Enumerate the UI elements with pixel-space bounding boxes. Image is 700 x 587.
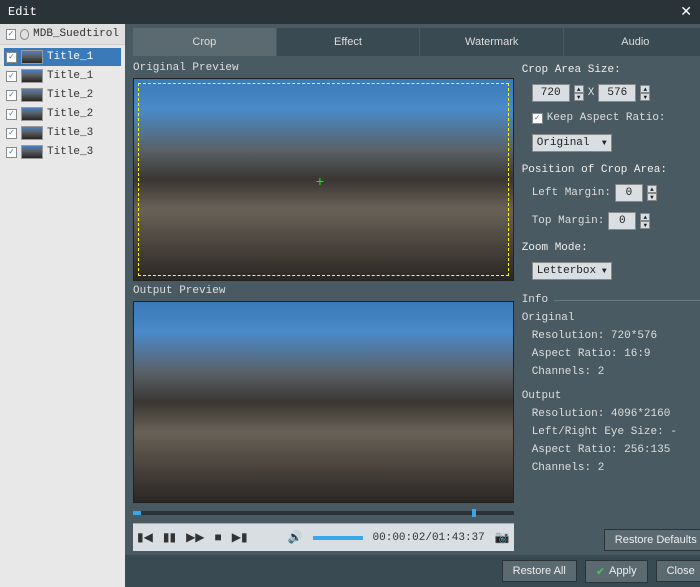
- stop-icon[interactable]: ■: [215, 531, 222, 545]
- title-label: Title_1: [47, 51, 93, 63]
- chevron-down-icon: ▼: [602, 267, 607, 276]
- top-margin-label: Top Margin:: [532, 215, 605, 227]
- tabs: Crop Effect Watermark Audio: [133, 28, 700, 56]
- spin-down-icon[interactable]: ▼: [640, 221, 650, 229]
- thumbnail: [21, 69, 43, 83]
- zoom-mode-select[interactable]: Letterbox ▼: [532, 262, 612, 280]
- spin-up-icon[interactable]: ▲: [640, 85, 650, 93]
- disc-icon: [20, 29, 30, 40]
- snapshot-icon[interactable]: 📷: [495, 530, 510, 545]
- thumbnail: [21, 50, 43, 64]
- info-heading: Info: [522, 294, 548, 306]
- title-label: Title_3: [47, 146, 93, 158]
- keep-ratio-label: Keep Aspect Ratio:: [547, 112, 666, 124]
- crop-height-input[interactable]: 576: [598, 84, 636, 102]
- chevron-down-icon: ▼: [602, 139, 607, 148]
- info-line: Resolution: 720*576: [532, 330, 700, 342]
- project-checkbox[interactable]: [6, 29, 16, 40]
- title-item[interactable]: Title_1: [4, 48, 121, 66]
- info-line: Channels: 2: [532, 462, 700, 474]
- crosshair-icon: +: [316, 175, 324, 191]
- title-item[interactable]: Title_2: [4, 105, 121, 123]
- thumbnail: [21, 88, 43, 102]
- output-preview: [133, 301, 514, 504]
- item-checkbox[interactable]: [6, 147, 17, 158]
- item-checkbox[interactable]: [6, 71, 17, 82]
- spin-down-icon[interactable]: ▼: [574, 93, 584, 101]
- window-title: Edit: [8, 5, 37, 19]
- tab-effect[interactable]: Effect: [277, 28, 421, 56]
- keep-ratio-checkbox[interactable]: [532, 113, 543, 124]
- seek-bar[interactable]: [133, 505, 514, 521]
- aspect-ratio-select[interactable]: Original ▼: [532, 134, 612, 152]
- time-display: 00:00:02/01:43:37: [373, 532, 485, 544]
- x-label: X: [588, 87, 595, 99]
- footer: Restore All ✔ Apply Close: [125, 555, 700, 587]
- original-preview[interactable]: +: [133, 78, 514, 281]
- title-label: Title_2: [47, 89, 93, 101]
- tab-crop[interactable]: Crop: [133, 28, 277, 56]
- volume-icon[interactable]: 🔊: [288, 530, 303, 545]
- info-output-heading: Output: [522, 390, 700, 402]
- left-margin-input[interactable]: 0: [615, 184, 643, 202]
- info-line: Aspect Ratio: 16:9: [532, 348, 700, 360]
- spin-up-icon[interactable]: ▲: [640, 213, 650, 221]
- spin-up-icon[interactable]: ▲: [647, 185, 657, 193]
- title-label: Title_2: [47, 108, 93, 120]
- position-label: Position of Crop Area:: [522, 164, 700, 176]
- sidebar: MDB_Suedtirol Title_1 Title_1 Title_2: [0, 24, 125, 587]
- item-checkbox[interactable]: [6, 52, 17, 63]
- info-line: Left/Right Eye Size: -: [532, 426, 700, 438]
- original-preview-label: Original Preview: [133, 60, 514, 76]
- title-item[interactable]: Title_3: [4, 124, 121, 142]
- restore-all-button[interactable]: Restore All: [502, 560, 577, 582]
- top-margin-input[interactable]: 0: [608, 212, 636, 230]
- spin-up-icon[interactable]: ▲: [574, 85, 584, 93]
- title-item[interactable]: Title_2: [4, 86, 121, 104]
- thumbnail: [21, 107, 43, 121]
- project-name: MDB_Suedtirol: [33, 28, 119, 40]
- prev-frame-icon[interactable]: ▮◀: [137, 530, 153, 545]
- sidebar-header: MDB_Suedtirol: [0, 24, 125, 45]
- tab-audio[interactable]: Audio: [564, 28, 700, 56]
- crop-size-label: Crop Area Size:: [522, 64, 700, 76]
- play-icon[interactable]: ▶▶: [186, 530, 204, 545]
- thumbnail: [21, 126, 43, 140]
- crop-width-input[interactable]: 720: [532, 84, 570, 102]
- spin-down-icon[interactable]: ▼: [640, 93, 650, 101]
- item-checkbox[interactable]: [6, 128, 17, 139]
- next-frame-icon[interactable]: ▶▮: [232, 530, 248, 545]
- title-label: Title_3: [47, 127, 93, 139]
- zoom-mode-label: Zoom Mode:: [522, 242, 700, 254]
- info-line: Channels: 2: [532, 366, 700, 378]
- close-icon[interactable]: ✕: [680, 4, 692, 21]
- title-list: Title_1 Title_1 Title_2 Title_2: [0, 45, 125, 587]
- edit-window: Edit ✕ MDB_Suedtirol Title_1 Title_1: [0, 0, 700, 587]
- info-line: Aspect Ratio: 256:135: [532, 444, 700, 456]
- restore-defaults-button[interactable]: Restore Defaults: [604, 529, 700, 551]
- volume-slider[interactable]: [313, 536, 363, 540]
- check-icon: ✔: [596, 565, 605, 578]
- apply-button[interactable]: ✔ Apply: [585, 560, 648, 583]
- title-item[interactable]: Title_3: [4, 143, 121, 161]
- info-line: Resolution: 4096*2160: [532, 408, 700, 420]
- thumbnail: [21, 145, 43, 159]
- playback-controls: ▮◀ ▮▮ ▶▶ ■ ▶▮ 🔊 00:00:02/01:43:37 📷: [133, 523, 514, 551]
- tab-watermark[interactable]: Watermark: [420, 28, 564, 56]
- title-item[interactable]: Title_1: [4, 67, 121, 85]
- titlebar: Edit ✕: [0, 0, 700, 24]
- output-preview-label: Output Preview: [133, 283, 514, 299]
- settings-panel: Crop Area Size: 720 ▲▼ X 576 ▲▼ Keep Asp…: [522, 60, 700, 551]
- left-margin-label: Left Margin:: [532, 187, 611, 199]
- info-original-heading: Original: [522, 312, 700, 324]
- item-checkbox[interactable]: [6, 90, 17, 101]
- spin-down-icon[interactable]: ▼: [647, 193, 657, 201]
- close-button[interactable]: Close: [656, 560, 700, 582]
- item-checkbox[interactable]: [6, 109, 17, 120]
- pause-icon[interactable]: ▮▮: [163, 530, 176, 545]
- title-label: Title_1: [47, 70, 93, 82]
